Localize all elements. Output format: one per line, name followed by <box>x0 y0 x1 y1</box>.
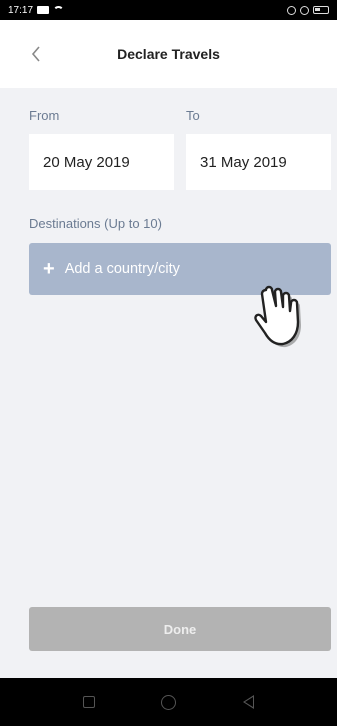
header-bar: Declare Travels <box>0 20 337 88</box>
plus-icon: + <box>43 258 55 280</box>
pointing-hand-icon <box>254 285 301 348</box>
chevron-left-icon <box>31 46 40 62</box>
status-time: 17:17 <box>8 4 34 16</box>
recent-apps-icon[interactable] <box>83 696 96 708</box>
system-navigation-bar <box>0 678 337 726</box>
done-button[interactable]: Done <box>29 607 331 651</box>
to-label: To <box>186 108 200 123</box>
main-content: From To 20 May 2019 31 May 2019 Destinat… <box>0 88 337 678</box>
vibrate-icon <box>287 5 296 15</box>
battery-icon <box>313 6 329 14</box>
page-title: Declare Travels <box>117 46 220 62</box>
notification-icon <box>37 6 50 14</box>
alarm-icon <box>300 5 309 15</box>
add-destination-label: Add a country/city <box>64 261 180 277</box>
from-date-field[interactable]: 20 May 2019 <box>29 134 174 190</box>
destinations-label: Destinations (Up to 10) <box>29 216 162 231</box>
status-bar: 17:17 <box>0 0 337 20</box>
from-label: From <box>29 108 60 123</box>
to-date-field[interactable]: 31 May 2019 <box>186 134 331 190</box>
wifi-icon <box>53 5 65 15</box>
back-button[interactable] <box>26 42 46 66</box>
back-triangle-icon[interactable] <box>242 695 254 709</box>
home-icon[interactable] <box>161 694 177 710</box>
